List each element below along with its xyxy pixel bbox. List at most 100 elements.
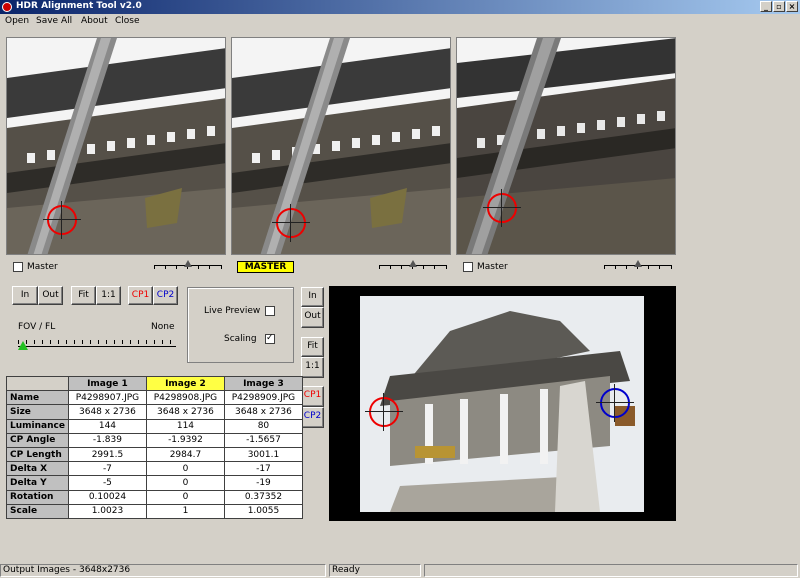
table-cell: -17 bbox=[223, 461, 303, 477]
status-output-size: Output Images - 3648x2736 bbox=[0, 564, 326, 577]
table-cell: 0 bbox=[145, 489, 225, 505]
table-cell: P4298909.JPG bbox=[223, 390, 303, 406]
slider-thumb-icon[interactable] bbox=[634, 260, 642, 267]
preview-pane[interactable] bbox=[329, 286, 676, 521]
row-label: Name bbox=[6, 390, 69, 406]
temple-roof-image-2 bbox=[232, 38, 450, 254]
exposure-slider-2[interactable] bbox=[379, 260, 447, 270]
fov-value: None bbox=[151, 322, 175, 332]
table-cell: 3648 x 2736 bbox=[67, 404, 147, 420]
table-corner bbox=[6, 375, 69, 392]
table-cell: 114 bbox=[145, 418, 225, 434]
table-cell: -1.9392 bbox=[145, 432, 225, 448]
table-cell: 1 bbox=[145, 503, 225, 519]
live-preview-checkbox[interactable] bbox=[265, 306, 275, 316]
table-cell: 144 bbox=[67, 418, 147, 434]
master-label-3: Master bbox=[477, 262, 508, 272]
preview-cp2-button[interactable]: CP2 bbox=[301, 407, 324, 428]
table-cell: -5 bbox=[67, 475, 147, 491]
menu-close[interactable]: Close bbox=[115, 16, 140, 26]
title-bar: HDR Alignment Tool v2.0 _ ▫ × bbox=[0, 0, 800, 14]
status-bar: Output Images - 3648x2736 Ready bbox=[0, 563, 800, 578]
table-cell: -1.839 bbox=[67, 432, 147, 448]
cp2-preview-crosshair-icon[interactable] bbox=[596, 384, 634, 422]
table-cell: 3648 x 2736 bbox=[223, 404, 303, 420]
cp1-crosshair-icon[interactable] bbox=[43, 201, 81, 239]
table-cell: 2991.5 bbox=[67, 446, 147, 463]
preview-one-to-one-button[interactable]: 1:1 bbox=[301, 357, 324, 378]
table-row: Name P4298907.JPG P4298908.JPG P4298909.… bbox=[6, 390, 303, 406]
preview-cp1-button[interactable]: CP1 bbox=[301, 386, 324, 407]
table-row: Rotation 0.10024 0 0.37352 bbox=[6, 489, 303, 505]
menu-about[interactable]: About bbox=[81, 16, 108, 26]
table-cell: 1.0023 bbox=[67, 503, 147, 519]
row-label: Luminance bbox=[6, 418, 69, 434]
row-label: Rotation bbox=[6, 489, 69, 505]
status-extra bbox=[424, 564, 798, 577]
slider-thumb-icon[interactable] bbox=[409, 260, 417, 267]
table-cell: 0 bbox=[145, 475, 225, 491]
status-state: Ready bbox=[329, 564, 421, 577]
table-cell: 80 bbox=[223, 418, 303, 434]
table-cell: 3648 x 2736 bbox=[145, 404, 225, 420]
table-cell: P4298908.JPG bbox=[145, 390, 225, 406]
table-row: CP Angle -1.839 -1.9392 -1.5657 bbox=[6, 432, 303, 448]
master-label-1: Master bbox=[27, 262, 58, 272]
maximize-button[interactable]: ▫ bbox=[773, 1, 785, 12]
cp1-preview-crosshair-icon[interactable] bbox=[365, 393, 403, 431]
image-panel-1[interactable] bbox=[6, 37, 226, 255]
slider-thumb-icon[interactable] bbox=[184, 260, 192, 267]
options-group: Live Preview Scaling bbox=[187, 287, 294, 363]
temple-preview-image[interactable] bbox=[360, 296, 644, 512]
cp2-button[interactable]: CP2 bbox=[153, 286, 178, 305]
master-badge: MASTER bbox=[237, 261, 294, 273]
menu-bar: Open Save All About Close bbox=[0, 14, 800, 29]
table-cell: -7 bbox=[67, 461, 147, 477]
exposure-slider-1[interactable] bbox=[154, 260, 222, 270]
fit-button[interactable]: Fit bbox=[71, 286, 96, 305]
scaling-checkbox[interactable] bbox=[265, 333, 275, 344]
preview-zoom-in-button[interactable]: In bbox=[301, 287, 324, 307]
exposure-slider-3[interactable] bbox=[604, 260, 672, 270]
row-label: Delta X bbox=[6, 461, 69, 477]
master-checkbox-3[interactable] bbox=[463, 262, 473, 272]
table-row: Scale 1.0023 1 1.0055 bbox=[6, 503, 303, 519]
menu-open[interactable]: Open bbox=[5, 16, 29, 26]
scaling-label: Scaling bbox=[224, 334, 257, 344]
table-row: Delta X -7 0 -17 bbox=[6, 461, 303, 477]
table-row: CP Length 2991.5 2984.7 3001.1 bbox=[6, 446, 303, 463]
temple-roof-image-1 bbox=[7, 38, 225, 254]
zoom-out-button[interactable]: Out bbox=[38, 286, 63, 305]
row-label: CP Length bbox=[6, 446, 69, 463]
row-label: Size bbox=[6, 404, 69, 420]
window-title: HDR Alignment Tool v2.0 bbox=[16, 1, 142, 11]
cp1-button[interactable]: CP1 bbox=[128, 286, 153, 305]
cp1-crosshair-icon[interactable] bbox=[272, 204, 310, 242]
table-row: Luminance 144 114 80 bbox=[6, 418, 303, 434]
one-to-one-button[interactable]: 1:1 bbox=[96, 286, 121, 305]
preview-zoom-out-button[interactable]: Out bbox=[301, 307, 324, 328]
column-header: Image 1 bbox=[67, 375, 147, 392]
table-cell: 2984.7 bbox=[145, 446, 225, 463]
zoom-in-button[interactable]: In bbox=[12, 286, 38, 305]
image-panel-3[interactable] bbox=[456, 37, 676, 255]
temple-roof-image-3 bbox=[457, 38, 675, 254]
table-cell: 0 bbox=[145, 461, 225, 477]
table-cell: 0.10024 bbox=[67, 489, 147, 505]
cp1-crosshair-icon[interactable] bbox=[483, 189, 521, 227]
image-panel-2[interactable] bbox=[231, 37, 451, 255]
table-header-row: Image 1 Image 2 Image 3 bbox=[6, 375, 303, 392]
row-label: CP Angle bbox=[6, 432, 69, 448]
table-cell: 3001.1 bbox=[223, 446, 303, 463]
menu-save-all[interactable]: Save All bbox=[36, 16, 72, 26]
fov-slider[interactable] bbox=[18, 336, 176, 352]
preview-fit-button[interactable]: Fit bbox=[301, 337, 324, 357]
master-checkbox-1[interactable] bbox=[13, 262, 23, 272]
fov-slider-thumb-icon[interactable] bbox=[18, 341, 28, 350]
row-label: Delta Y bbox=[6, 475, 69, 491]
minimize-button[interactable]: _ bbox=[760, 1, 772, 12]
row-label: Scale bbox=[6, 503, 69, 519]
close-window-button[interactable]: × bbox=[786, 1, 798, 12]
table-cell: P4298907.JPG bbox=[67, 390, 147, 406]
column-header: Image 2 bbox=[145, 375, 225, 392]
